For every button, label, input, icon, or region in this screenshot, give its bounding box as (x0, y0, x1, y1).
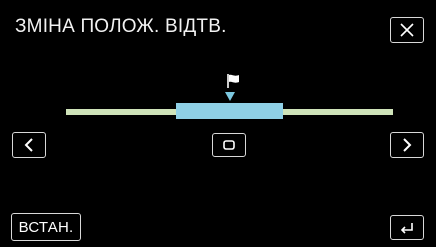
chevron-left-icon (23, 138, 35, 152)
close-button[interactable] (390, 17, 424, 43)
back-button[interactable] (390, 215, 424, 240)
return-arrow-icon (399, 221, 415, 235)
square-marker-icon (223, 140, 235, 150)
center-marker-button[interactable] (212, 133, 246, 157)
chevron-right-icon (401, 138, 413, 152)
close-icon (400, 23, 414, 37)
previous-button[interactable] (12, 132, 46, 158)
next-button[interactable] (390, 132, 424, 158)
playback-segment[interactable] (176, 103, 283, 119)
set-button[interactable]: ВСТАН. (11, 213, 81, 241)
flag-icon (227, 74, 241, 93)
set-button-label: ВСТАН. (18, 218, 74, 236)
page-title: ЗМІНА ПОЛОЖ. ВІДТВ. (15, 16, 227, 37)
position-marker-icon (225, 92, 235, 101)
